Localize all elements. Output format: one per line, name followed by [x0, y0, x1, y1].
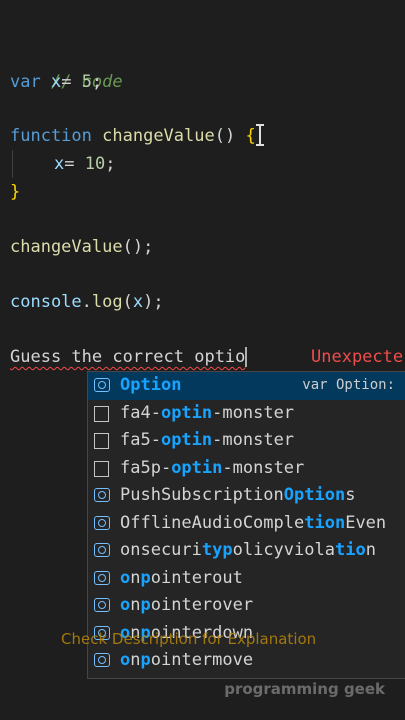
suggestion-item[interactable]: fa5-optin-monster — [88, 427, 405, 455]
number-literal: 5 — [81, 72, 92, 92]
suggestion-label-text: s — [345, 485, 356, 505]
operator: = — [61, 72, 82, 92]
code-line-log: console.log(x); — [10, 288, 164, 316]
function-call-name: changeValue — [10, 237, 123, 257]
brand-watermark: programming geek — [224, 680, 385, 698]
identifier-x: x — [54, 154, 65, 174]
typed-text: Guess the correct optio — [10, 347, 246, 367]
suggestion-label-text: n — [130, 595, 141, 615]
suggestion-match-text: o — [120, 650, 131, 670]
suggestion-match-text: o — [120, 567, 131, 588]
suggestion-match-text: n — [212, 457, 223, 478]
text-cursor — [245, 347, 248, 367]
code-line-close: } — [10, 178, 20, 206]
suggestion-item[interactable]: fa4-optin-monster — [88, 400, 405, 428]
semicolon: ; — [91, 72, 103, 92]
watermark-caption: Check Description for Explanation — [61, 630, 317, 648]
dot: . — [81, 292, 92, 312]
suggestion-label-text: -monster — [212, 430, 295, 450]
suggestion-item[interactable]: OfflineAudioCompletionEven — [88, 510, 405, 538]
code-line-comment: // code — [10, 40, 123, 92]
code-line-call: changeValue(); — [10, 233, 153, 261]
suggestion-item[interactable]: onpointerout — [88, 565, 405, 593]
text-icon — [94, 433, 109, 449]
suggestion-label-text: -monster — [222, 457, 305, 478]
variable-icon — [94, 543, 110, 557]
suggestion-detail: var Option: — [302, 377, 395, 393]
suggestion-item[interactable]: onpointerover — [88, 592, 405, 620]
suggestion-item[interactable]: Option var Option: — [88, 372, 405, 400]
variable-icon — [94, 488, 110, 502]
suggestion-label-text: olicyviola — [232, 540, 335, 560]
variable-icon — [94, 570, 110, 585]
suggestion-match-text: n — [334, 512, 346, 533]
open-brace: { — [245, 126, 256, 146]
text-icon — [94, 405, 109, 422]
suggestion-label-text: PushSubscription — [120, 485, 284, 505]
log-method: log — [91, 292, 123, 312]
close-brace: } — [10, 182, 21, 202]
log-argument: x — [132, 292, 144, 312]
variable-icon — [94, 378, 110, 392]
suggestion-item[interactable]: onsecuritypolicyviolation — [88, 537, 405, 565]
operator: = — [64, 154, 85, 174]
suggestion-label-text: fa5- — [120, 430, 161, 450]
suggestion-item[interactable]: fa5p-optin-monster — [88, 455, 405, 483]
close-paren: ); — [143, 292, 164, 312]
variable-icon — [94, 598, 110, 612]
suggestion-match-text: n — [171, 375, 182, 395]
function-name: changeValue — [102, 126, 215, 146]
suggestion-label-text: OfflineAudioComple — [120, 512, 305, 533]
open-paren: ( — [122, 292, 133, 312]
keyword-var: var — [10, 72, 41, 92]
suggestion-match-text: typ — [201, 540, 233, 560]
suggestion-match-text: tio — [304, 512, 335, 533]
number-literal: 10 — [84, 154, 106, 174]
suggestion-match-text: n — [334, 485, 346, 505]
parens: () — [214, 126, 236, 146]
suggestion-label-text: fa4- — [120, 402, 161, 423]
suggestion-match-text: p — [140, 650, 151, 670]
suggestion-label-text: n — [130, 650, 141, 670]
suggestion-label-text: n — [365, 540, 376, 560]
suggestion-label-text: onsecuri — [120, 540, 202, 560]
identifier-x: x — [40, 72, 62, 92]
suggestion-match-text: n — [201, 402, 213, 423]
suggestion-label-text: n — [130, 567, 141, 588]
suggestion-match-text: opti — [160, 430, 202, 450]
indent-guide — [12, 150, 13, 178]
suggestion-match-text: p — [140, 567, 151, 588]
suggestion-match-text: o — [120, 595, 131, 615]
variable-icon — [94, 515, 110, 530]
suggestion-label-text: fa5p- — [120, 457, 172, 478]
code-line-assign: x= 10; — [54, 150, 115, 178]
suggestion-match-text: tio — [334, 540, 366, 560]
suggestion-match-text: Optio — [283, 485, 335, 505]
suggestion-label-text: ointerover — [150, 595, 254, 615]
text-icon — [94, 460, 109, 477]
suggestion-label-text: ointerout — [150, 567, 243, 588]
suggestion-label-text: -monster — [212, 402, 295, 423]
suggestion-match-text: Optio — [120, 375, 172, 395]
suggestion-match-text: opti — [171, 457, 213, 478]
suggestion-match-text: p — [140, 595, 151, 615]
code-line-typing[interactable]: Guess the correct optio — [10, 343, 248, 371]
code-editor[interactable]: // code var x= 5; function changeValue()… — [0, 0, 405, 720]
suggestion-label-text: ointermove — [150, 650, 254, 670]
code-line-var: var x= 5; — [10, 68, 102, 96]
code-line-function: function changeValue() { — [10, 122, 256, 150]
variable-icon — [94, 653, 110, 667]
keyword-function: function — [10, 126, 92, 146]
suggestion-label-text: Even — [345, 512, 387, 533]
call-parens: (); — [122, 237, 154, 257]
suggestion-item[interactable]: PushSubscriptionOptions — [88, 482, 405, 510]
suggestion-match-text: opti — [160, 402, 202, 423]
mouse-ibeam-icon — [256, 124, 264, 146]
error-lens-message: Unexpecte — [311, 347, 404, 367]
semicolon: ; — [105, 154, 116, 174]
suggestion-item[interactable]: onpointermove — [88, 647, 405, 675]
suggestion-match-text: n — [201, 430, 213, 450]
console-object: console — [10, 292, 82, 312]
